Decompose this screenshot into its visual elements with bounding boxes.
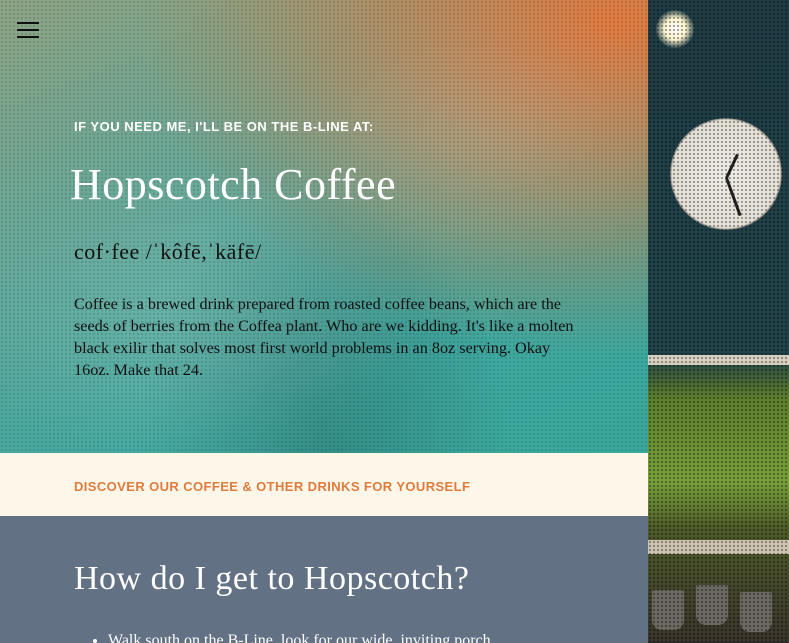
directions-heading: How do I get to Hopscotch? [74, 560, 470, 597]
mug [696, 585, 728, 625]
mug [740, 592, 772, 632]
directions-section: How do I get to Hopscotch? Walk south on… [0, 516, 648, 643]
page-title: Hopscotch Coffee [70, 160, 397, 209]
hero-content: IF YOU NEED ME, I'LL BE ON THE B-LINE AT… [70, 119, 574, 381]
hero-description: Coffee is a brewed drink prepared from r… [74, 295, 574, 380]
lamp-light [656, 10, 694, 48]
shelf [648, 355, 789, 365]
directions-list: Walk south on the B-Line, look for our w… [74, 632, 491, 643]
list-item: Walk south on the B-Line, look for our w… [108, 632, 491, 643]
cafe-photo [648, 0, 789, 643]
mug [652, 590, 684, 630]
discover-banner: DISCOVER OUR COFFEE & OTHER DRINKS FOR Y… [0, 453, 648, 516]
hero-eyebrow: IF YOU NEED ME, I'LL BE ON THE B-LINE AT… [74, 119, 374, 134]
pronunciation: cof·fee /ˈkôfē,ˈkäfē/ [74, 239, 262, 265]
hero-section: IF YOU NEED ME, I'LL BE ON THE B-LINE AT… [0, 0, 648, 453]
hamburger-menu-icon[interactable] [17, 21, 39, 39]
discover-drinks-link[interactable]: DISCOVER OUR COFFEE & OTHER DRINKS FOR Y… [74, 479, 470, 494]
wall-clock [670, 118, 782, 230]
shelf [648, 540, 789, 554]
